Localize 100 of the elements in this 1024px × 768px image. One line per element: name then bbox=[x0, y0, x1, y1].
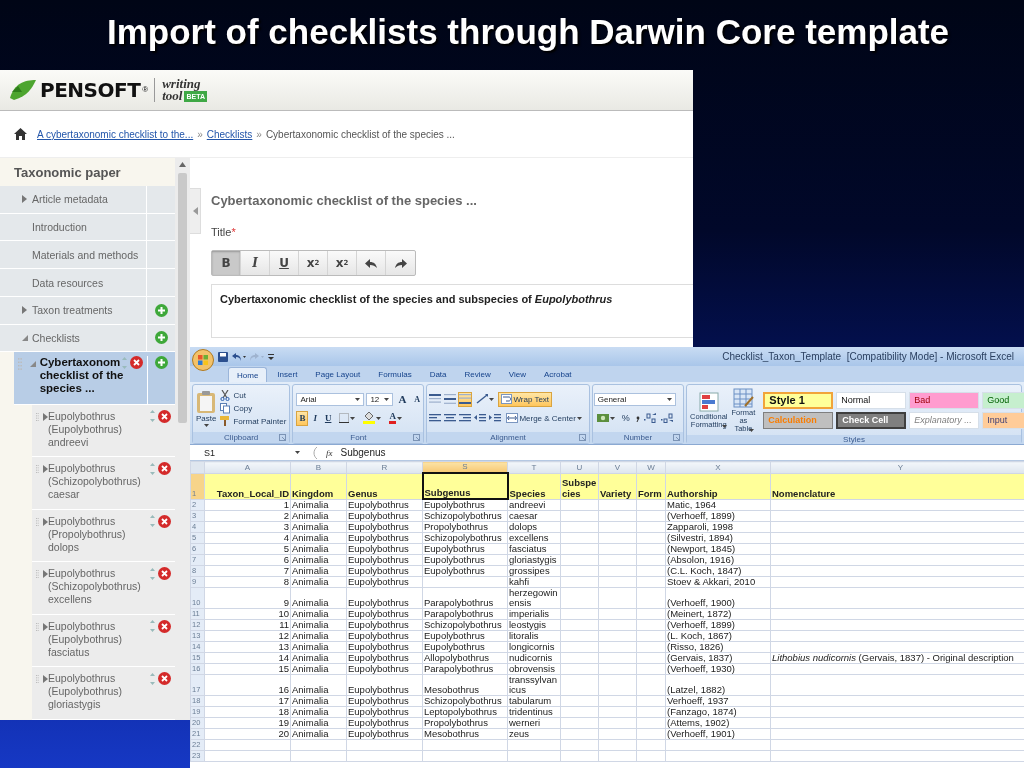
ribbon-tab[interactable]: Page Layout bbox=[307, 367, 369, 382]
remove-icon[interactable] bbox=[129, 356, 143, 370]
italic-button[interactable]: I bbox=[310, 410, 320, 426]
ribbon-tab[interactable]: Formulas bbox=[370, 367, 420, 382]
column-header[interactable]: R bbox=[346, 461, 423, 473]
copy-button[interactable]: Copy bbox=[220, 402, 287, 415]
remove-icon[interactable] bbox=[158, 462, 171, 476]
column-header[interactable]: V bbox=[598, 461, 637, 473]
remove-icon[interactable] bbox=[158, 409, 171, 423]
shrink-font-button[interactable]: A bbox=[411, 391, 424, 407]
expand-arrow-icon[interactable] bbox=[42, 517, 48, 526]
cell-style[interactable]: Check Cell bbox=[836, 411, 907, 429]
table-cell: (Absolon, 1916) bbox=[665, 554, 771, 566]
dropdown-arrow-icon bbox=[489, 397, 495, 401]
align-middle-button[interactable] bbox=[443, 391, 458, 407]
bold-button[interactable]: B bbox=[212, 251, 241, 275]
cell-style[interactable]: Bad bbox=[909, 391, 980, 409]
dropdown-arrow-icon bbox=[396, 416, 402, 420]
remove-icon[interactable] bbox=[158, 514, 171, 528]
name-box[interactable]: S1 bbox=[190, 447, 304, 458]
underline-button[interactable]: U bbox=[270, 251, 299, 275]
superscript-button[interactable]: x$^{2}$ bbox=[328, 251, 357, 275]
remove-icon[interactable] bbox=[158, 619, 171, 633]
ribbon-tab[interactable]: View bbox=[500, 367, 534, 382]
expand-arrow-icon[interactable] bbox=[42, 675, 48, 684]
add-icon[interactable] bbox=[154, 303, 168, 317]
expand-arrow-icon[interactable] bbox=[42, 412, 48, 421]
add-icon[interactable] bbox=[154, 356, 168, 370]
breadcrumb-link[interactable]: Checklists bbox=[206, 128, 253, 140]
column-header[interactable]: B bbox=[290, 461, 347, 473]
ribbon-tab[interactable]: Review bbox=[456, 367, 499, 382]
sidebar-item[interactable]: Cybertaxonom checklist of the species ... bbox=[14, 352, 175, 405]
column-header[interactable]: W bbox=[636, 461, 666, 473]
collapse-arrow-icon[interactable] bbox=[22, 334, 28, 341]
sidebar-item[interactable]: Taxon treatments bbox=[0, 296, 175, 325]
cut-button[interactable]: Cut bbox=[220, 389, 287, 402]
sidebar-item[interactable]: Data resources bbox=[0, 269, 175, 297]
percent-button[interactable]: % bbox=[618, 410, 633, 426]
sidebar-item[interactable]: Article metadata bbox=[0, 186, 175, 214]
expand-arrow-icon[interactable] bbox=[22, 195, 27, 204]
number-format-field[interactable]: General bbox=[593, 392, 676, 406]
expand-arrow-icon[interactable] bbox=[42, 622, 48, 631]
remove-icon[interactable] bbox=[158, 672, 171, 686]
table-cell: 14 bbox=[204, 652, 291, 664]
expand-arrow-icon[interactable] bbox=[42, 465, 48, 474]
font-color-button[interactable]: A bbox=[386, 410, 405, 426]
cell-style[interactable]: Explanatory ... bbox=[909, 411, 980, 429]
format-painter-button[interactable]: Format Painter bbox=[220, 415, 287, 428]
column-header[interactable]: X bbox=[665, 461, 771, 473]
remove-icon[interactable] bbox=[158, 567, 171, 581]
save-icon[interactable] bbox=[218, 351, 228, 362]
cell-style[interactable]: Style 1 bbox=[763, 391, 834, 409]
sidebar-item[interactable]: Eupolybothrus (Schizopolybothrus) excellens bbox=[32, 562, 175, 615]
column-header[interactable]: A bbox=[204, 461, 291, 473]
column-header[interactable]: U bbox=[560, 461, 599, 473]
ribbon-tab[interactable]: Data bbox=[421, 367, 455, 382]
add-icon[interactable] bbox=[154, 331, 168, 345]
wrap-text-button[interactable]: Wrap Text bbox=[498, 391, 553, 407]
grow-font-button[interactable]: A bbox=[395, 391, 410, 407]
ribbon-tab[interactable]: Home bbox=[228, 367, 268, 382]
scrollbar-thumb[interactable] bbox=[178, 173, 187, 423]
customize-icon[interactable] bbox=[268, 353, 274, 360]
increase-decimal-button[interactable] bbox=[642, 410, 659, 426]
expand-arrow-icon[interactable] bbox=[22, 306, 27, 315]
paste-button[interactable]: Paste bbox=[196, 390, 217, 427]
sidebar-item[interactable]: Checklists bbox=[0, 324, 175, 353]
home-icon[interactable] bbox=[14, 128, 27, 140]
formula-field[interactable]: Subgenus bbox=[340, 447, 386, 458]
sidebar-item[interactable]: Eupolybothrus (Propolybothrus) dolops bbox=[32, 509, 175, 563]
decrease-decimal-button[interactable] bbox=[659, 410, 676, 426]
italic-button[interactable]: I bbox=[241, 251, 270, 275]
merge-center-button[interactable]: Merge & Center bbox=[503, 410, 585, 426]
cell-style[interactable]: Good bbox=[982, 391, 1024, 409]
bold-button[interactable]: B bbox=[296, 410, 309, 426]
underline-button[interactable]: U bbox=[321, 410, 335, 426]
undo-icon[interactable] bbox=[232, 351, 246, 362]
sidebar-item[interactable]: Eupolybothrus (Schizopolybothrus) caesar bbox=[32, 457, 175, 510]
table-cell: Animalia bbox=[290, 652, 347, 664]
scrollbar[interactable] bbox=[175, 158, 190, 720]
sidebar-item[interactable]: Eupolybothrus (Eupolybothrus) fasciatus bbox=[32, 614, 175, 668]
ribbon-tab[interactable]: Acrobat bbox=[536, 367, 580, 382]
column-header[interactable]: Y bbox=[770, 461, 1024, 473]
expand-arrow-icon[interactable] bbox=[42, 570, 48, 579]
title-field[interactable]: Cybertaxonomic checklist of the species and subspecies of Eupolybothrus bbox=[211, 284, 693, 338]
font-size-field[interactable]: 12 bbox=[366, 392, 394, 406]
scroll-up-icon[interactable] bbox=[179, 162, 186, 167]
cell-style[interactable]: Normal bbox=[836, 391, 907, 409]
column-header[interactable]: S bbox=[422, 461, 508, 473]
sidebar-item[interactable]: Materials and methods bbox=[0, 241, 175, 270]
cell-style[interactable]: Input bbox=[982, 411, 1024, 429]
font-name-field[interactable]: Arial bbox=[296, 392, 365, 406]
align-bottom-button[interactable] bbox=[458, 391, 473, 407]
sidebar-item[interactable]: Eupolybothrus (Eupolybothrus) gloriastygis bbox=[32, 667, 175, 720]
breadcrumb-link[interactable]: A cybertaxonomic checklist to the... bbox=[37, 128, 194, 140]
ribbon-tab[interactable]: Insert bbox=[269, 367, 306, 382]
dropdown-arrow-icon bbox=[295, 451, 300, 454]
function-button[interactable]: fx bbox=[326, 447, 333, 458]
column-header[interactable]: T bbox=[507, 461, 561, 473]
sidebar-item[interactable]: Eupolybothrus (Eupolybothrus) andreevi bbox=[32, 404, 175, 458]
sidebar-item[interactable]: Introduction bbox=[0, 213, 175, 242]
